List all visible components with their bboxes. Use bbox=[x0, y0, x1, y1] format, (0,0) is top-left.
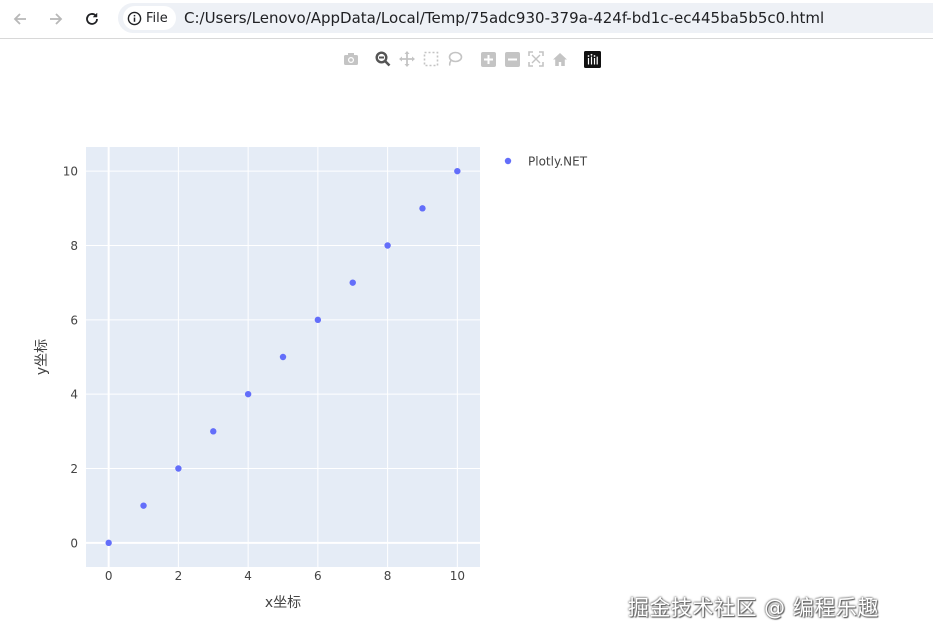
scatter-point[interactable] bbox=[140, 502, 147, 509]
scatter-point[interactable] bbox=[175, 465, 182, 472]
scatter-point[interactable] bbox=[454, 167, 461, 175]
scatter-chart: 0 2 4 6 8 10 0 2 4 6 8 10 x坐标 y坐标 Plotly.NET bbox=[34, 147, 588, 611]
x-tick-label: 10 bbox=[450, 569, 465, 583]
x-tick-label: 0 bbox=[105, 569, 113, 583]
y-tick-label: 2 bbox=[70, 462, 78, 476]
y-tick-label: 8 bbox=[70, 239, 78, 253]
legend[interactable]: Plotly.NET bbox=[504, 155, 588, 169]
y-axis-title: y坐标 bbox=[34, 339, 50, 375]
x-tick-label: 8 bbox=[384, 569, 392, 583]
x-tick-label: 4 bbox=[244, 569, 252, 583]
scatter-point[interactable] bbox=[210, 428, 217, 435]
scatter-point[interactable] bbox=[244, 390, 252, 398]
y-tick-label: 0 bbox=[70, 536, 78, 550]
x-axis-title: x坐标 bbox=[265, 595, 301, 611]
watermark: 掘金技术社区 @ 编程乐趣 bbox=[628, 596, 879, 620]
legend-marker bbox=[504, 157, 512, 165]
scatter-point[interactable] bbox=[384, 242, 391, 249]
y-tick-label: 10 bbox=[63, 165, 78, 179]
scatter-point[interactable] bbox=[349, 279, 356, 286]
scatter-point[interactable] bbox=[105, 539, 112, 547]
x-tick-label: 2 bbox=[175, 569, 183, 583]
y-tick-label: 6 bbox=[70, 313, 78, 327]
scatter-point[interactable] bbox=[419, 205, 426, 212]
legend-label: Plotly.NET bbox=[528, 155, 588, 169]
scatter-point[interactable] bbox=[279, 353, 287, 361]
x-tick-label: 6 bbox=[314, 569, 322, 583]
y-tick-label: 4 bbox=[70, 388, 78, 402]
scatter-point[interactable] bbox=[314, 316, 322, 324]
